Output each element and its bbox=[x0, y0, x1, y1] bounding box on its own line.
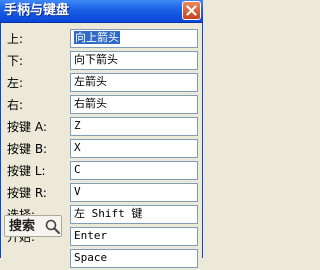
binding-label-a: 按键 A: bbox=[7, 120, 47, 134]
binding-row-r: 按键 R: V bbox=[1, 182, 204, 204]
binding-field-r[interactable]: V bbox=[70, 183, 198, 202]
binding-row-up: 上: 向上箭头 bbox=[1, 28, 204, 50]
binding-field-b[interactable]: X bbox=[70, 139, 198, 158]
close-icon bbox=[186, 5, 197, 16]
binding-field-up[interactable]: 向上箭头 bbox=[70, 29, 198, 48]
binding-row-extra: Space bbox=[1, 248, 204, 270]
binding-row-left: 左: 左箭头 bbox=[1, 72, 204, 94]
binding-field-a[interactable]: Z bbox=[70, 117, 198, 136]
binding-label-b: 按键 B: bbox=[7, 142, 48, 156]
binding-field-select[interactable]: 左 Shift 键 bbox=[70, 205, 198, 224]
binding-label-r: 按键 R: bbox=[7, 186, 47, 200]
binding-row-a: 按键 A: Z bbox=[1, 116, 204, 138]
binding-value-up: 向上箭头 bbox=[74, 31, 120, 44]
binding-label-up: 上: bbox=[7, 32, 24, 46]
title-bar: 手柄与键盘 bbox=[0, 0, 203, 23]
binding-label-right: 右: bbox=[7, 98, 24, 112]
search-label: 搜索 bbox=[9, 219, 36, 234]
binding-label-down: 下: bbox=[7, 54, 24, 68]
binding-field-left[interactable]: 左箭头 bbox=[70, 73, 198, 92]
binding-label-l: 按键 L: bbox=[7, 164, 46, 178]
binding-row-l: 按键 L: C bbox=[1, 160, 204, 182]
binding-field-start[interactable]: Enter bbox=[70, 227, 198, 246]
binding-field-extra[interactable]: Space bbox=[70, 249, 198, 268]
close-button[interactable] bbox=[182, 1, 201, 20]
search-button[interactable]: 搜索 bbox=[4, 215, 62, 237]
search-icon bbox=[45, 219, 60, 234]
binding-field-right[interactable]: 右箭头 bbox=[70, 95, 198, 114]
binding-row-right: 右: 右箭头 bbox=[1, 94, 204, 116]
binding-row-b: 按键 B: X bbox=[1, 138, 204, 160]
binding-label-left: 左: bbox=[7, 76, 24, 90]
binding-row-down: 下: 向下箭头 bbox=[1, 50, 204, 72]
binding-field-l[interactable]: C bbox=[70, 161, 198, 180]
window-title: 手柄与键盘 bbox=[4, 3, 70, 18]
binding-field-down[interactable]: 向下箭头 bbox=[70, 51, 198, 70]
